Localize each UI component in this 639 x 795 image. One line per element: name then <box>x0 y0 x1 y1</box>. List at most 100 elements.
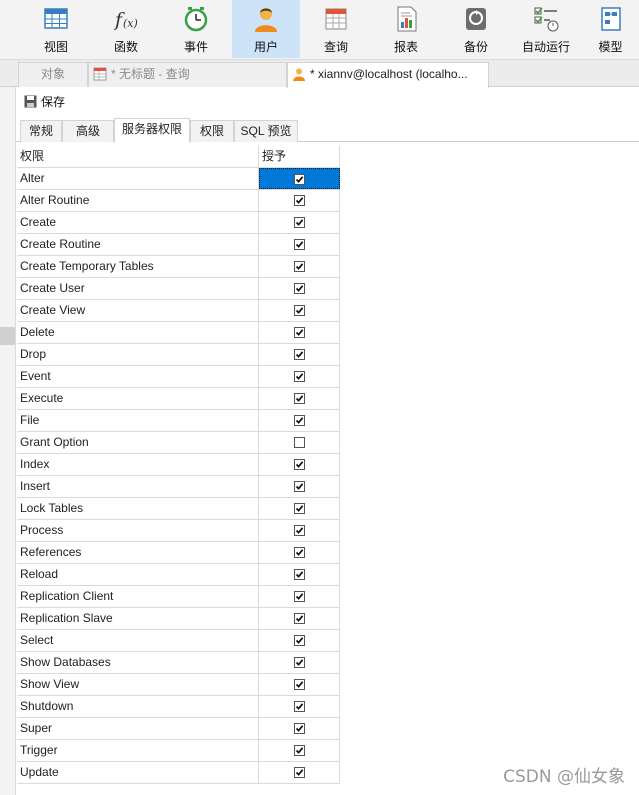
toolbar-user-button[interactable]: 用户 <box>232 0 300 58</box>
grant-checkbox[interactable] <box>294 437 305 448</box>
table-row[interactable]: Create User <box>17 278 340 300</box>
toolbar-event-button[interactable]: 事件 <box>162 0 230 58</box>
grant-cell[interactable] <box>259 432 340 453</box>
grant-checkbox[interactable] <box>294 657 305 668</box>
grant-checkbox[interactable] <box>294 239 305 250</box>
grant-checkbox[interactable] <box>294 503 305 514</box>
grant-checkbox[interactable] <box>294 679 305 690</box>
table-row[interactable]: Index <box>17 454 340 476</box>
grant-cell[interactable] <box>259 168 340 189</box>
grant-checkbox[interactable] <box>294 635 305 646</box>
table-row[interactable]: Create <box>17 212 340 234</box>
grant-cell[interactable] <box>259 674 340 695</box>
table-row[interactable]: Event <box>17 366 340 388</box>
tab-untitled-query[interactable]: * 无标题 - 查询 <box>88 62 287 87</box>
grant-checkbox[interactable] <box>294 525 305 536</box>
grant-checkbox[interactable] <box>294 349 305 360</box>
grant-cell[interactable] <box>259 366 340 387</box>
table-row[interactable]: Select <box>17 630 340 652</box>
grant-cell[interactable] <box>259 652 340 673</box>
grant-cell[interactable] <box>259 718 340 739</box>
grant-checkbox[interactable] <box>294 261 305 272</box>
grant-cell[interactable] <box>259 388 340 409</box>
grant-checkbox[interactable] <box>294 591 305 602</box>
subtab-general[interactable]: 常规 <box>20 120 62 142</box>
grant-cell[interactable] <box>259 608 340 629</box>
grant-checkbox[interactable] <box>294 547 305 558</box>
grant-checkbox[interactable] <box>294 371 305 382</box>
grant-cell[interactable] <box>259 454 340 475</box>
grant-checkbox[interactable] <box>294 217 305 228</box>
grant-cell[interactable] <box>259 344 340 365</box>
grant-cell[interactable] <box>259 190 340 211</box>
grant-cell[interactable] <box>259 762 340 783</box>
tab-objects[interactable]: 对象 <box>18 62 88 87</box>
table-row[interactable]: Delete <box>17 322 340 344</box>
table-row[interactable]: Create View <box>17 300 340 322</box>
table-row[interactable]: Reload <box>17 564 340 586</box>
table-row[interactable]: Grant Option <box>17 432 340 454</box>
grant-cell[interactable] <box>259 696 340 717</box>
table-row[interactable]: Alter Routine <box>17 190 340 212</box>
table-row[interactable]: Insert <box>17 476 340 498</box>
save-button[interactable]: 保存 <box>16 91 65 113</box>
grant-cell[interactable] <box>259 498 340 519</box>
grant-checkbox[interactable] <box>294 481 305 492</box>
table-row[interactable]: Super <box>17 718 340 740</box>
table-row[interactable]: Create Routine <box>17 234 340 256</box>
subtab-privileges[interactable]: 权限 <box>190 120 234 142</box>
column-header-privilege[interactable]: 权限 <box>17 146 259 167</box>
grant-checkbox[interactable] <box>294 415 305 426</box>
table-row[interactable]: Replication Slave <box>17 608 340 630</box>
grant-cell[interactable] <box>259 410 340 431</box>
grant-cell[interactable] <box>259 586 340 607</box>
subtab-sql-preview[interactable]: SQL 预览 <box>234 120 298 142</box>
grant-checkbox[interactable] <box>294 723 305 734</box>
grant-cell[interactable] <box>259 278 340 299</box>
toolbar-backup-button[interactable]: 备份 <box>442 0 510 58</box>
grant-cell[interactable] <box>259 476 340 497</box>
toolbar-report-button[interactable]: 报表 <box>372 0 440 58</box>
subtab-advanced[interactable]: 高级 <box>62 120 114 142</box>
table-row[interactable]: Create Temporary Tables <box>17 256 340 278</box>
grant-checkbox[interactable] <box>294 393 305 404</box>
grant-checkbox[interactable] <box>294 767 305 778</box>
table-row[interactable]: Show View <box>17 674 340 696</box>
grant-checkbox[interactable] <box>294 283 305 294</box>
table-row[interactable]: Trigger <box>17 740 340 762</box>
toolbar-view-button[interactable]: 视图 <box>22 0 90 58</box>
grant-cell[interactable] <box>259 630 340 651</box>
table-row[interactable]: Drop <box>17 344 340 366</box>
grant-cell[interactable] <box>259 234 340 255</box>
grant-checkbox[interactable] <box>294 613 305 624</box>
grant-cell[interactable] <box>259 542 340 563</box>
table-row[interactable]: Replication Client <box>17 586 340 608</box>
table-row[interactable]: Lock Tables <box>17 498 340 520</box>
table-row[interactable]: References <box>17 542 340 564</box>
grant-checkbox[interactable] <box>294 745 305 756</box>
table-row[interactable]: Process <box>17 520 340 542</box>
column-header-grant[interactable]: 授予 <box>259 146 340 167</box>
grant-checkbox[interactable] <box>294 305 305 316</box>
grant-cell[interactable] <box>259 212 340 233</box>
grant-checkbox[interactable] <box>294 569 305 580</box>
subtab-server-privileges[interactable]: 服务器权限 <box>114 118 190 143</box>
grant-cell[interactable] <box>259 300 340 321</box>
grant-checkbox[interactable] <box>294 327 305 338</box>
toolbar-automation-button[interactable]: 自动运行 <box>512 0 580 58</box>
grant-checkbox[interactable] <box>294 459 305 470</box>
grant-checkbox[interactable] <box>294 701 305 712</box>
grant-cell[interactable] <box>259 520 340 541</box>
grant-cell[interactable] <box>259 322 340 343</box>
table-row[interactable]: Update <box>17 762 340 784</box>
grant-cell[interactable] <box>259 740 340 761</box>
grant-checkbox[interactable] <box>294 174 305 185</box>
tab-user-editor[interactable]: * xiannv@localhost (localho... <box>287 62 489 88</box>
table-row[interactable]: Alter <box>17 168 340 190</box>
toolbar-model-button[interactable]: 模型 <box>582 0 639 58</box>
table-row[interactable]: File <box>17 410 340 432</box>
toolbar-function-button[interactable]: f (x) 函数 <box>92 0 160 58</box>
table-row[interactable]: Execute <box>17 388 340 410</box>
table-row[interactable]: Shutdown <box>17 696 340 718</box>
grant-cell[interactable] <box>259 564 340 585</box>
